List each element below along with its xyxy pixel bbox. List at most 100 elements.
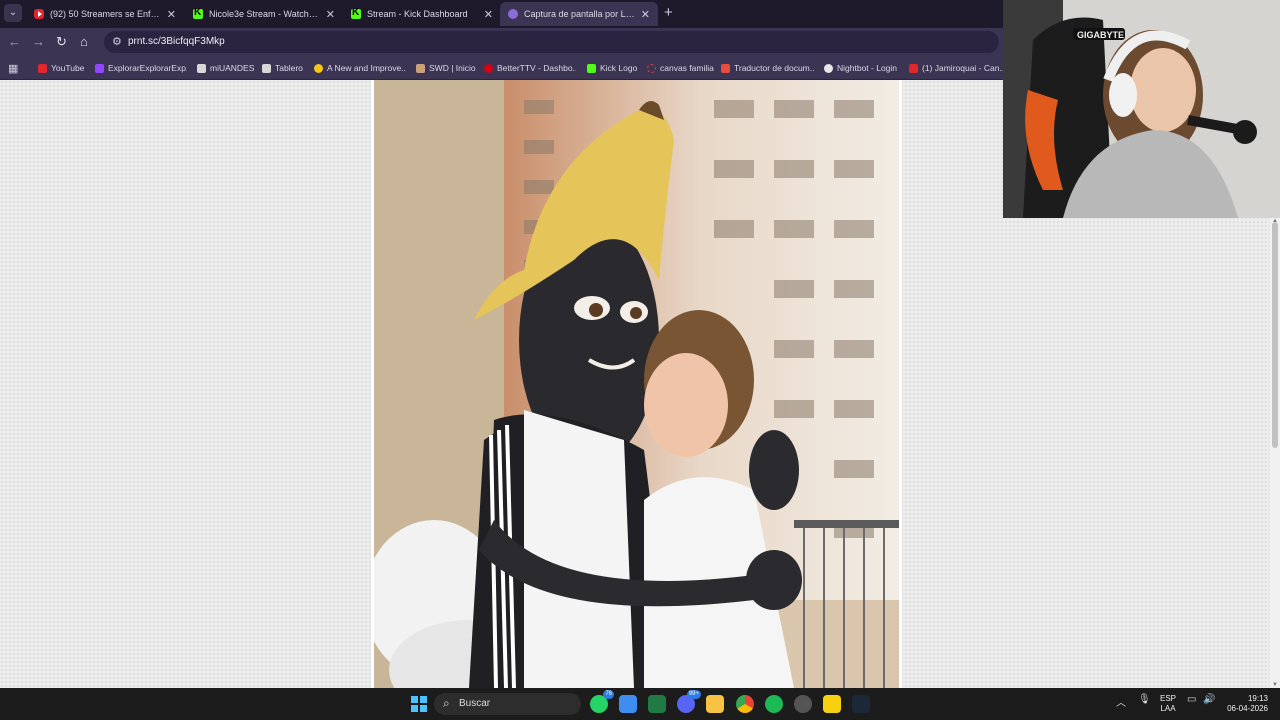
- kick-icon: [193, 7, 203, 19]
- board-icon: [262, 63, 271, 73]
- back-arrow-icon[interactable]: ←: [8, 34, 21, 49]
- address-bar[interactable]: ⚙ prnt.sc/3BicfqqF3Mkp: [104, 31, 999, 53]
- obs-icon[interactable]: [794, 695, 812, 713]
- bookmark-label: (1) Jamiroquai - Can...: [922, 63, 1003, 73]
- swd-icon: [416, 63, 425, 73]
- bookmark-label: miUANDES: [210, 63, 255, 73]
- youtube-icon: [38, 63, 47, 73]
- volume-icon[interactable]: 🔊: [1203, 694, 1215, 705]
- sticky-notes-icon[interactable]: [823, 695, 841, 713]
- tab-lightshot[interactable]: Captura de pantalla por Lightsh ✕: [500, 2, 658, 26]
- notepad-icon[interactable]: [619, 695, 637, 713]
- youtube-icon: [909, 63, 918, 73]
- close-tab-icon[interactable]: ✕: [167, 8, 176, 21]
- bookmark-label: Nightbot - Login: [837, 63, 898, 73]
- bookmark-kick-logo[interactable]: Kick Logo: [587, 60, 637, 76]
- youtube-icon: [34, 9, 44, 19]
- display-icon[interactable]: ▭: [1187, 694, 1196, 705]
- whatsapp-icon[interactable]: 76: [590, 690, 614, 713]
- chevron-up-icon[interactable]: ︿: [1116, 694, 1126, 709]
- excel-icon[interactable]: [648, 695, 666, 713]
- close-tab-icon[interactable]: ✕: [641, 8, 650, 21]
- page-scrollbar[interactable]: ▲ ▼: [1270, 218, 1280, 688]
- home-icon[interactable]: ⌂: [80, 34, 88, 49]
- bookmark-jamiroquai[interactable]: (1) Jamiroquai - Can...: [909, 60, 1003, 76]
- spotify-icon[interactable]: [765, 695, 783, 713]
- close-tab-icon[interactable]: ✕: [484, 8, 493, 21]
- bookmark-label: canvas familia: [660, 63, 714, 73]
- file-explorer-icon[interactable]: [706, 695, 724, 713]
- bookmark-miuandes[interactable]: miUANDES: [197, 60, 254, 76]
- windows-logo-icon: [411, 696, 418, 703]
- url-text: prnt.sc/3BicfqqF3Mkp: [128, 36, 225, 47]
- bookmark-label: SWD | Inicio: [429, 63, 476, 73]
- discord-badge: 99+: [686, 690, 701, 699]
- tab-title: Nicole3e Stream - Watch Live o: [209, 9, 320, 19]
- steam-icon[interactable]: [852, 695, 870, 713]
- tab-nicole-stream[interactable]: Nicole3e Stream - Watch Live o ✕: [185, 2, 343, 26]
- bookmark-label: BetterTTV - Dashbo...: [497, 63, 576, 73]
- bulb-icon: [314, 63, 323, 73]
- new-tab-button[interactable]: +: [664, 4, 673, 21]
- twitch-icon: [95, 63, 104, 73]
- lightshot-icon: [508, 9, 518, 19]
- webcam-overlay: GIGABYTE: [1003, 0, 1280, 218]
- search-placeholder: Buscar: [459, 698, 491, 709]
- taskbar-search[interactable]: ⌕ Buscar: [434, 693, 581, 715]
- windows-taskbar: ⌕ Buscar 76 99+ ︿ 🎙 ESP LAA ▭ 🔊 19:13 06…: [0, 688, 1280, 720]
- bttv-icon: [484, 63, 493, 73]
- microphone-icon[interactable]: 🎙: [1138, 694, 1151, 705]
- language-indicator[interactable]: ESP LAA: [1160, 694, 1176, 714]
- tab-youtube-streamers[interactable]: (92) 50 Streamers se Enfrentan ✕: [26, 2, 184, 26]
- system-clock[interactable]: 19:13 06-04-2026: [1222, 694, 1268, 714]
- bookmark-canvas-familia[interactable]: canvas familia: [647, 60, 714, 76]
- bookmark-traductor[interactable]: Traductor de docum...: [721, 60, 815, 76]
- canvas-icon: [647, 63, 656, 73]
- bookmark-tablero[interactable]: Tablero: [262, 60, 303, 76]
- svg-text:GIGABYTE: GIGABYTE: [1077, 30, 1124, 40]
- bookmark-label: YouTube: [51, 63, 85, 73]
- bookmark-new-and-improved[interactable]: A New and Improve...: [314, 60, 406, 76]
- uandes-icon: [197, 63, 206, 73]
- clock-date: 06-04-2026: [1227, 704, 1268, 713]
- bookmark-label: Traductor de docum...: [734, 63, 815, 73]
- bookmark-youtube[interactable]: YouTube: [38, 60, 84, 76]
- forward-arrow-icon[interactable]: →: [32, 34, 45, 49]
- tab-title: (92) 50 Streamers se Enfrentan: [50, 9, 161, 19]
- kick-icon: [587, 63, 596, 73]
- chrome-icon[interactable]: [736, 695, 754, 713]
- bookmark-swd[interactable]: SWD | Inicio: [416, 60, 476, 76]
- photo-banana-hug: [374, 80, 899, 688]
- bookmark-nightbot[interactable]: Nightbot - Login: [824, 60, 897, 76]
- search-icon: ⌕: [443, 696, 450, 710]
- language-code: ESP: [1160, 694, 1177, 703]
- start-button[interactable]: [411, 696, 427, 712]
- tab-search-button[interactable]: ⌄: [4, 4, 22, 22]
- clock-time: 19:13: [1247, 694, 1268, 703]
- bookmark-label: Kick Logo: [600, 63, 638, 73]
- whatsapp-badge: 76: [603, 690, 614, 699]
- bookmark-label: ExplorarExplorarExp...: [108, 63, 187, 73]
- bookmark-betterttv[interactable]: BetterTTV - Dashbo...: [484, 60, 576, 76]
- screenshot-image[interactable]: [371, 80, 902, 688]
- gigabyte-logo: GIGABYTE: [1077, 30, 1124, 40]
- scrollbar-thumb[interactable]: [1272, 222, 1278, 448]
- bookmark-label: A New and Improve...: [327, 63, 406, 73]
- translate-icon: [721, 63, 730, 73]
- discord-icon[interactable]: 99+: [677, 690, 701, 713]
- tab-title: Captura de pantalla por Lightsh: [524, 9, 635, 19]
- bookmark-explorar[interactable]: ExplorarExplorarExp...: [95, 60, 187, 76]
- tab-kick-dashboard[interactable]: Stream - Kick Dashboard ✕: [343, 2, 501, 26]
- keyboard-layout: LAA: [1160, 704, 1176, 713]
- webcam-feed: GIGABYTE: [1003, 0, 1280, 218]
- nightbot-icon: [824, 63, 833, 73]
- kick-icon: [351, 7, 361, 19]
- apps-grid-icon[interactable]: ▦: [8, 62, 18, 75]
- bookmarks-bar: ▦ YouTube ExplorarExplorarExp... miUANDE…: [0, 56, 1005, 80]
- site-info-icon[interactable]: ⚙: [112, 35, 122, 48]
- tab-title: Stream - Kick Dashboard: [367, 9, 468, 19]
- reload-icon[interactable]: ↻: [56, 34, 67, 50]
- bookmark-label: Tablero: [275, 63, 303, 73]
- browser-toolbar: ← → ↻ ⌂ ⚙ prnt.sc/3BicfqqF3Mkp: [0, 28, 1005, 56]
- close-tab-icon[interactable]: ✕: [326, 8, 335, 21]
